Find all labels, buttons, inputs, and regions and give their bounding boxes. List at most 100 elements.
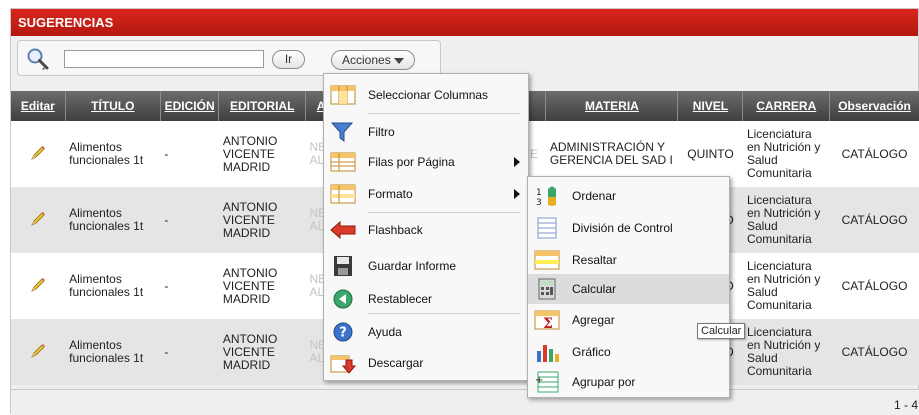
actions-menu-item[interactable]: Formato bbox=[324, 179, 528, 209]
column-header[interactable]: EDITORIAL bbox=[218, 91, 307, 121]
actions-menu-item-label: Descargar bbox=[368, 356, 424, 370]
actions-menu-item-label: Seleccionar Columnas bbox=[368, 88, 489, 102]
column-header[interactable]: MATERIA bbox=[545, 91, 679, 121]
actions-menu-item[interactable]: ? Ayuda bbox=[324, 317, 528, 347]
edit-cell bbox=[11, 121, 66, 187]
edition-cell: - bbox=[160, 253, 219, 319]
observation-cell: CATÁLOGO bbox=[829, 253, 919, 319]
control-break-icon bbox=[534, 217, 560, 239]
format-submenu-item-label: Agrupar por bbox=[572, 375, 636, 389]
actions-menu-item[interactable]: Flashback bbox=[324, 215, 528, 245]
format-submenu-item[interactable]: 1 3 Ordenar bbox=[528, 181, 729, 211]
edit-cell bbox=[11, 253, 66, 319]
format-submenu-item[interactable]: Calcular bbox=[528, 274, 729, 304]
edition-cell: - bbox=[160, 187, 219, 253]
observation-cell: CATÁLOGO bbox=[829, 319, 919, 385]
download-icon bbox=[330, 352, 357, 374]
actions-menu-item[interactable]: Restablecer bbox=[324, 284, 528, 314]
pencil-edit-icon[interactable] bbox=[29, 144, 47, 162]
floppy-disk-icon bbox=[330, 255, 356, 277]
calculator-icon bbox=[534, 278, 560, 300]
column-header[interactable]: TÍTULO bbox=[65, 91, 161, 121]
actions-menu-item[interactable]: Guardar Informe bbox=[324, 251, 528, 281]
search-bar: Ir Acciones bbox=[17, 40, 441, 76]
svg-text:3: 3 bbox=[536, 198, 542, 207]
rows-icon bbox=[330, 151, 356, 173]
svg-text:+: + bbox=[535, 375, 543, 386]
chevron-right-icon bbox=[514, 189, 520, 199]
go-button[interactable]: Ir bbox=[272, 50, 305, 69]
actions-menu-item-label: Guardar Informe bbox=[368, 259, 457, 273]
actions-menu-item[interactable]: Filtro bbox=[324, 117, 528, 147]
edit-cell bbox=[11, 319, 66, 385]
svg-text:1: 1 bbox=[536, 188, 542, 198]
observation-cell: CATÁLOGO bbox=[829, 187, 919, 253]
menu-separator bbox=[368, 113, 520, 114]
column-header[interactable]: CARRERA bbox=[742, 91, 831, 121]
publisher-cell: ANTONIO VICENTE MADRID bbox=[218, 319, 306, 385]
actions-button-label: Acciones bbox=[342, 53, 391, 67]
actions-menu-item-label: Flashback bbox=[368, 223, 423, 237]
pagination-range: 1 - 4 bbox=[893, 398, 918, 412]
title-cell: Alimentos funcionales 1t bbox=[65, 319, 161, 385]
search-input[interactable] bbox=[64, 50, 264, 68]
publisher-cell: ANTONIO VICENTE MADRID bbox=[218, 253, 306, 319]
actions-menu-item-label: Filas por Página bbox=[368, 155, 455, 169]
pencil-edit-icon[interactable] bbox=[29, 276, 47, 294]
actions-menu-item-label: Ayuda bbox=[368, 325, 402, 339]
publisher-cell: ANTONIO VICENTE MADRID bbox=[218, 121, 306, 187]
observation-cell: CATÁLOGO bbox=[829, 121, 919, 187]
sort-icon: 13 bbox=[534, 185, 560, 208]
pagination-bar: 1 - 4 bbox=[11, 389, 919, 415]
title-cell: Alimentos funcionales 1t bbox=[65, 187, 161, 253]
chevron-down-icon bbox=[394, 58, 404, 64]
pencil-edit-icon[interactable] bbox=[29, 210, 47, 228]
actions-menu-item[interactable]: Filas por Página bbox=[324, 147, 528, 177]
column-header[interactable]: EDICIÓN bbox=[160, 91, 220, 121]
edit-cell bbox=[11, 187, 66, 253]
search-icon[interactable] bbox=[26, 47, 50, 71]
title-cell: Alimentos funcionales 1t bbox=[65, 253, 161, 319]
region-title: SUGERENCIAS bbox=[11, 9, 918, 36]
edition-cell: - bbox=[160, 121, 219, 187]
actions-button[interactable]: Acciones bbox=[331, 50, 415, 70]
format-submenu-item-label: Calcular bbox=[572, 282, 617, 296]
column-header[interactable]: Editar bbox=[11, 91, 66, 121]
columns-icon bbox=[330, 84, 356, 106]
highlight-icon bbox=[534, 249, 560, 271]
actions-menu-item-label: Restablecer bbox=[368, 292, 433, 306]
actions-menu-item-label: Filtro bbox=[368, 125, 395, 139]
actions-menu: Seleccionar Columnas Filtro Filas por Pági… bbox=[323, 73, 529, 381]
svg-text:Σ: Σ bbox=[543, 316, 553, 331]
format-submenu-item[interactable]: + Agrupar por bbox=[528, 367, 729, 397]
actions-menu-item[interactable]: Descargar bbox=[324, 348, 528, 378]
format-submenu-item[interactable]: Gráfico bbox=[528, 337, 729, 367]
sigma-icon: Σ bbox=[534, 309, 560, 332]
group-by-icon: + bbox=[534, 371, 560, 393]
pencil-edit-icon[interactable] bbox=[29, 342, 47, 360]
reset-icon bbox=[330, 288, 356, 310]
svg-text:?: ? bbox=[339, 326, 347, 341]
format-submenu-item[interactable]: Resaltar bbox=[528, 245, 729, 275]
format-submenu-item-label: Resaltar bbox=[572, 253, 617, 267]
career-cell: Licenciatura en Nutrición y Salud Comuni… bbox=[742, 319, 830, 385]
actions-menu-item[interactable]: Seleccionar Columnas bbox=[324, 80, 528, 110]
flashback-arrow-icon bbox=[330, 219, 356, 241]
publisher-cell: ANTONIO VICENTE MADRID bbox=[218, 187, 306, 253]
format-submenu-item[interactable]: División de Control bbox=[528, 213, 729, 243]
chevron-right-icon bbox=[514, 157, 520, 167]
format-submenu-item-label: Ordenar bbox=[572, 189, 617, 203]
funnel-icon bbox=[330, 121, 356, 143]
column-header[interactable]: Observación bbox=[829, 91, 919, 121]
bar-chart-icon bbox=[534, 341, 560, 363]
calculate-tooltip: Calcular bbox=[697, 323, 746, 339]
actions-menu-item-label: Formato bbox=[368, 187, 413, 201]
menu-separator bbox=[368, 212, 520, 213]
format-submenu-item-label: División de Control bbox=[572, 221, 673, 235]
career-cell: Licenciatura en Nutrición y Salud Comuni… bbox=[742, 253, 830, 319]
help-icon: ? bbox=[330, 321, 356, 343]
format-submenu-item-label: Agregar bbox=[572, 313, 615, 327]
title-cell: Alimentos funcionales 1t bbox=[65, 121, 161, 187]
format-submenu-item-label: Gráfico bbox=[572, 345, 611, 359]
column-header[interactable]: NIVEL bbox=[677, 91, 744, 121]
